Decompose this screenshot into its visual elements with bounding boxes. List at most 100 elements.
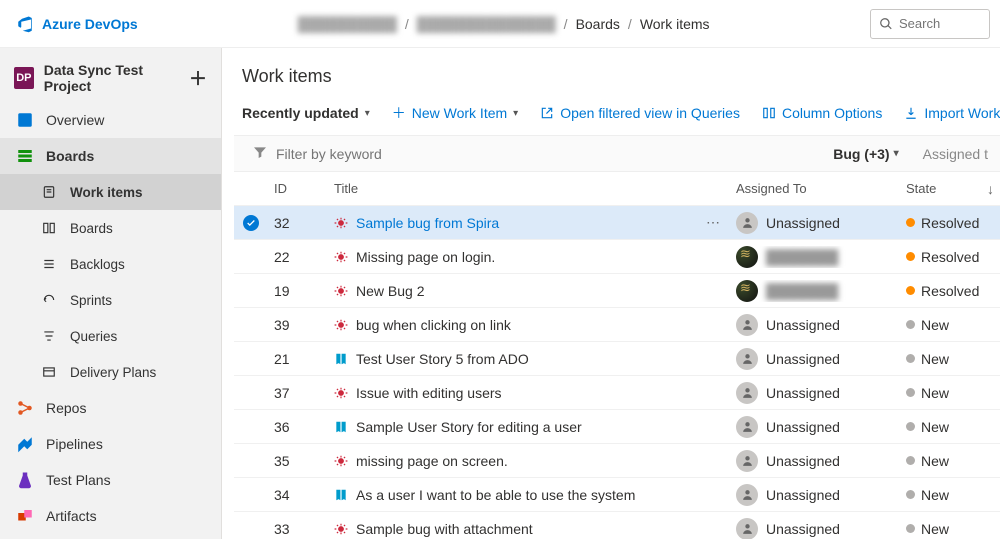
project-name: Data Sync Test Project <box>44 62 179 94</box>
col-assigned[interactable]: Assigned To <box>730 181 900 196</box>
chevron-down-icon: ▾ <box>894 148 899 159</box>
breadcrumb-project[interactable]: ██████████████ <box>417 16 556 32</box>
filter-input[interactable] <box>276 146 476 162</box>
table-row[interactable]: 36Sample User Story for editing a userUn… <box>234 410 1000 444</box>
state: Resolved <box>900 283 1000 299</box>
main-content: Work items Recently updated ▾ ＋ New Work… <box>222 48 1000 539</box>
story-icon <box>334 420 348 434</box>
sidebar-subitem-workitems[interactable]: Work items <box>0 174 221 210</box>
sidebar-item-artifacts[interactable]: Artifacts <box>0 498 221 534</box>
project-avatar: DP <box>14 67 34 89</box>
unassigned-avatar-icon <box>736 518 758 539</box>
sidebar-item-repos[interactable]: Repos <box>0 390 221 426</box>
workitems-icon <box>40 183 58 201</box>
sidebar-item-pipelines[interactable]: Pipelines <box>0 426 221 462</box>
work-item-title[interactable]: Missing page on login. <box>356 249 495 265</box>
work-item-title[interactable]: New Bug 2 <box>356 283 424 299</box>
table-row[interactable]: 19New Bug 2████████Resolved <box>234 274 1000 308</box>
sidebar-item-testplans[interactable]: Test Plans <box>0 462 221 498</box>
assignee[interactable]: ████████ <box>730 246 900 268</box>
assignee[interactable]: Unassigned <box>730 348 900 370</box>
row-id: 37 <box>268 385 328 401</box>
sort-icon[interactable]: ↓ <box>987 181 994 197</box>
row-id: 39 <box>268 317 328 333</box>
table-row[interactable]: 22Missing page on login.████████Resolved <box>234 240 1000 274</box>
row-checkbox[interactable] <box>243 215 259 231</box>
work-item-title[interactable]: As a user I want to be able to use the s… <box>356 487 635 503</box>
state: New <box>900 351 1000 367</box>
state: New <box>900 419 1000 435</box>
work-item-title[interactable]: bug when clicking on link <box>356 317 511 333</box>
search-input[interactable] <box>899 16 969 31</box>
work-item-title[interactable]: missing page on screen. <box>356 453 508 469</box>
sidebar-item-boards[interactable]: Boards <box>0 138 221 174</box>
unassigned-avatar-icon <box>736 450 758 472</box>
work-item-title[interactable]: Issue with editing users <box>356 385 502 401</box>
project-add-button[interactable]: ＋ <box>189 65 207 91</box>
filter-icon <box>252 144 268 163</box>
delivery-icon <box>40 363 58 381</box>
col-title[interactable]: Title <box>328 181 700 196</box>
state: Resolved <box>900 215 1000 231</box>
sidebar-subitem-delivery[interactable]: Delivery Plans <box>0 354 221 390</box>
repos-icon <box>16 399 34 417</box>
boards-icon <box>16 147 34 165</box>
project-header[interactable]: DP Data Sync Test Project ＋ <box>0 54 221 102</box>
global-search[interactable] <box>870 9 990 39</box>
sidebar-subitem-queries[interactable]: Queries <box>0 318 221 354</box>
unassigned-avatar-icon <box>736 382 758 404</box>
table-row[interactable]: 35missing page on screen.UnassignedNew <box>234 444 1000 478</box>
state-dot-icon <box>906 286 915 295</box>
assignee[interactable]: Unassigned <box>730 212 900 234</box>
import-icon <box>904 106 918 120</box>
chevron-down-icon: ▾ <box>365 108 370 119</box>
sidebar-subitem-boards[interactable]: Boards <box>0 210 221 246</box>
assignee[interactable]: Unassigned <box>730 518 900 539</box>
work-item-title[interactable]: Sample bug with attachment <box>356 521 533 537</box>
filter-bar: Bug (+3) ▾ Assigned t <box>234 135 1000 172</box>
col-state[interactable]: State ↓ <box>900 181 1000 197</box>
assignee[interactable]: Unassigned <box>730 382 900 404</box>
view-dropdown[interactable]: Recently updated ▾ <box>242 105 370 121</box>
work-item-title[interactable]: Sample User Story for editing a user <box>356 419 582 435</box>
testplans-icon <box>16 471 34 489</box>
table-row[interactable]: 21Test User Story 5 from ADOUnassignedNe… <box>234 342 1000 376</box>
col-id[interactable]: ID <box>268 181 328 196</box>
state-dot-icon <box>906 218 915 227</box>
assignee[interactable]: ████████ <box>730 280 900 302</box>
page-title: Work items <box>222 48 1000 95</box>
import-button[interactable]: Import Work Items <box>904 105 1000 121</box>
assignee[interactable]: Unassigned <box>730 484 900 506</box>
user-avatar-icon <box>736 280 758 302</box>
row-id: 32 <box>268 215 328 231</box>
table-row[interactable]: 39bug when clicking on linkUnassignedNew <box>234 308 1000 342</box>
sidebar-subitem-backlogs[interactable]: Backlogs <box>0 246 221 282</box>
filter-type-pill[interactable]: Bug (+3) ▾ <box>833 146 898 162</box>
column-options-button[interactable]: Column Options <box>762 105 882 121</box>
work-items-table: ID Title Assigned To State ↓ 32 Sample bu… <box>234 172 1000 539</box>
row-actions[interactable]: ⋯ <box>706 214 720 230</box>
sidebar-item-overview[interactable]: Overview <box>0 102 221 138</box>
assignee[interactable]: Unassigned <box>730 314 900 336</box>
table-row[interactable]: 34As a user I want to be able to use the… <box>234 478 1000 512</box>
state-dot-icon <box>906 354 915 363</box>
table-row[interactable]: 33Sample bug with attachmentUnassignedNe… <box>234 512 1000 539</box>
sidebar-subitem-sprints[interactable]: Sprints <box>0 282 221 318</box>
filter-assigned[interactable]: Assigned t <box>923 146 988 162</box>
brand-logo[interactable]: Azure DevOps <box>16 15 138 33</box>
table-row[interactable]: 37Issue with editing usersUnassignedNew <box>234 376 1000 410</box>
breadcrumb-workitems[interactable]: Work items <box>640 16 710 32</box>
user-avatar-icon <box>736 246 758 268</box>
new-work-item-button[interactable]: ＋ New Work Item ▾ <box>392 103 518 123</box>
open-in-queries-button[interactable]: Open filtered view in Queries <box>540 105 740 121</box>
row-id: 33 <box>268 521 328 537</box>
state: Resolved <box>900 249 1000 265</box>
assignee[interactable]: Unassigned <box>730 450 900 472</box>
breadcrumb-boards[interactable]: Boards <box>576 16 620 32</box>
boards-sub-icon <box>40 219 58 237</box>
assignee[interactable]: Unassigned <box>730 416 900 438</box>
work-item-title[interactable]: Sample bug from Spira <box>356 215 499 231</box>
work-item-title[interactable]: Test User Story 5 from ADO <box>356 351 529 367</box>
breadcrumb-org[interactable]: ██████████ <box>298 16 397 32</box>
table-row[interactable]: 32 Sample bug from Spira ⋯ UnassignedResolv… <box>234 206 1000 240</box>
